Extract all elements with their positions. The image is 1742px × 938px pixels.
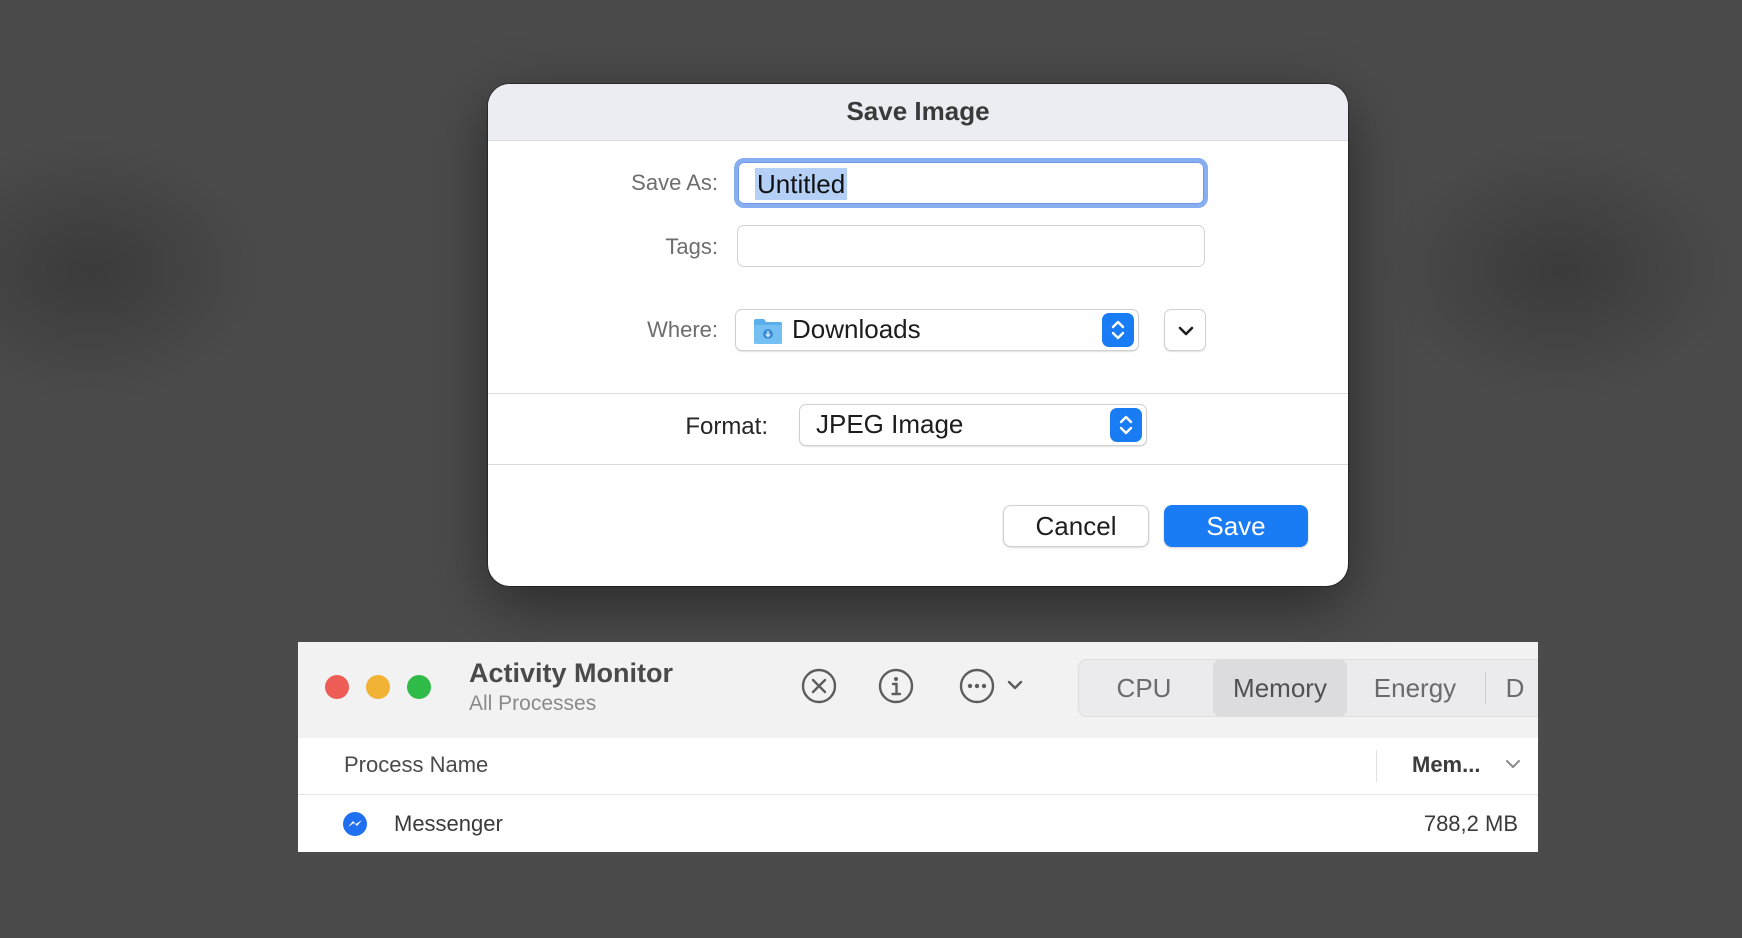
format-popup-value: JPEG Image <box>816 408 964 439</box>
info-icon[interactable] <box>877 667 915 710</box>
format-popup[interactable]: JPEG Image <box>799 404 1147 446</box>
tags-label: Tags: <box>665 234 718 259</box>
format-bottom-divider <box>488 464 1348 465</box>
activity-monitor-window: Activity Monitor All Processes CPU Memor… <box>298 642 1538 852</box>
where-label: Where: <box>647 317 718 342</box>
tags-field[interactable] <box>737 225 1205 267</box>
stop-process-icon[interactable] <box>800 667 838 710</box>
messenger-icon <box>342 811 368 842</box>
process-name: Messenger <box>394 811 503 836</box>
column-header-process-name[interactable]: Process Name <box>344 752 488 778</box>
column-header-memory[interactable]: Mem... <box>1412 752 1480 778</box>
cancel-button[interactable]: Cancel <box>1003 505 1149 547</box>
toolbar: Activity Monitor All Processes CPU Memor… <box>298 642 1538 739</box>
expand-dialog-button[interactable] <box>1164 309 1206 351</box>
column-header-row: Process Name Mem... <box>298 738 1538 795</box>
save-as-field[interactable]: Untitled <box>734 158 1208 208</box>
zoom-window-button[interactable] <box>407 675 431 699</box>
format-label: Format: <box>685 413 768 440</box>
process-memory: 788,2 MB <box>1423 811 1518 836</box>
chevron-down-icon[interactable] <box>1005 678 1025 699</box>
save-as-field-value: Untitled <box>755 168 848 200</box>
format-top-divider <box>488 393 1348 394</box>
dialog-title: Save Image <box>488 84 1348 141</box>
column-divider <box>1376 750 1377 782</box>
more-options-icon[interactable] <box>958 667 996 710</box>
tab-cpu[interactable]: CPU <box>1079 660 1209 716</box>
format-stepper-icon <box>1110 408 1142 442</box>
tab-separator <box>1485 672 1486 704</box>
save-image-dialog: Save Image Save As: Untitled Tags: Where… <box>488 84 1348 586</box>
save-as-label: Save As: <box>631 170 718 195</box>
sort-chevron-icon[interactable] <box>1504 758 1522 777</box>
tab-memory[interactable]: Memory <box>1213 660 1347 716</box>
view-segmented-control: CPU Memory Energy D <box>1078 659 1538 717</box>
where-popup[interactable]: Downloads <box>735 309 1139 351</box>
tab-energy[interactable]: Energy <box>1349 660 1481 716</box>
where-stepper-icon <box>1102 313 1134 347</box>
chevron-down-icon <box>1176 322 1196 345</box>
table-row[interactable]: Messenger 788,2 MB <box>298 795 1538 852</box>
tab-disk[interactable]: D <box>1495 660 1535 716</box>
window-title: Activity Monitor <box>469 658 674 688</box>
close-window-button[interactable] <box>325 675 349 699</box>
save-button[interactable]: Save <box>1164 505 1308 547</box>
where-popup-value: Downloads <box>792 313 921 344</box>
minimize-window-button[interactable] <box>366 675 390 699</box>
downloads-folder-icon <box>753 317 783 350</box>
window-subtitle: All Processes <box>469 692 597 715</box>
